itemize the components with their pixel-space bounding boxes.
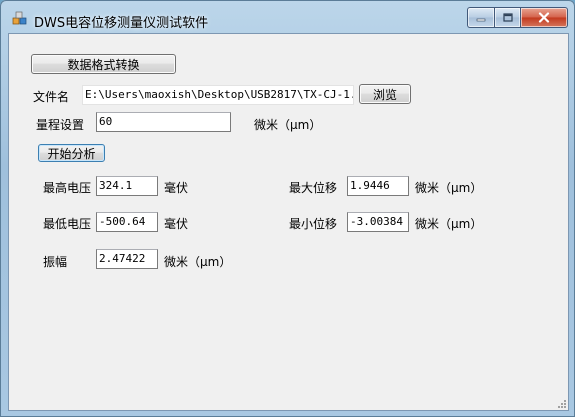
file-name-label: 文件名 [33,90,70,104]
main-window: DWS电容位移测量仪测试软件 数据格式转换 文件名 E:\Users\maoxi… [0,0,575,417]
browse-button[interactable]: 浏览 [359,84,411,104]
min-voltage-unit: 毫伏 [164,217,189,231]
caption-buttons [467,7,568,28]
max-voltage-label: 最高电压 [43,181,92,195]
resize-grip-icon[interactable] [556,398,566,408]
amplitude-label: 振幅 [43,255,68,269]
range-unit: 微米（μm） [254,118,322,132]
min-displacement-label: 最小位移 [289,217,338,231]
minimize-button[interactable] [467,7,494,28]
range-label: 量程设置 [36,118,85,132]
file-path-field[interactable]: E:\Users\maoxish\Desktop\USB2817\TX-CJ-1… [82,85,354,105]
window-title: DWS电容位移测量仪测试软件 [34,16,209,31]
max-displacement-unit: 微米（μm） [415,181,483,195]
amplitude-unit: 微米（μm） [164,255,232,269]
minimize-icon [476,18,486,21]
range-input[interactable]: 60 [96,112,231,132]
close-icon [538,12,550,23]
min-displacement-unit: 微米（μm） [415,217,483,231]
maximize-button[interactable] [494,7,520,28]
max-voltage-unit: 毫伏 [164,181,189,195]
min-voltage-label: 最低电压 [43,217,92,231]
client-area: 数据格式转换 文件名 E:\Users\maoxish\Desktop\USB2… [8,33,569,411]
convert-format-button[interactable]: 数据格式转换 [31,54,176,74]
maximize-icon [502,13,513,22]
min-voltage-field[interactable]: -500.64 [96,212,158,232]
app-icon[interactable] [12,11,28,27]
close-button[interactable] [520,7,568,28]
max-displacement-field[interactable]: 1.9446 [347,176,409,196]
amplitude-field[interactable]: 2.47422 [96,249,158,269]
min-displacement-field[interactable]: -3.00384 [347,212,409,232]
max-displacement-label: 最大位移 [289,181,338,195]
max-voltage-field[interactable]: 324.1 [96,176,158,196]
title-bar[interactable]: DWS电容位移测量仪测试软件 [0,0,575,33]
start-analysis-button[interactable]: 开始分析 [38,144,105,162]
